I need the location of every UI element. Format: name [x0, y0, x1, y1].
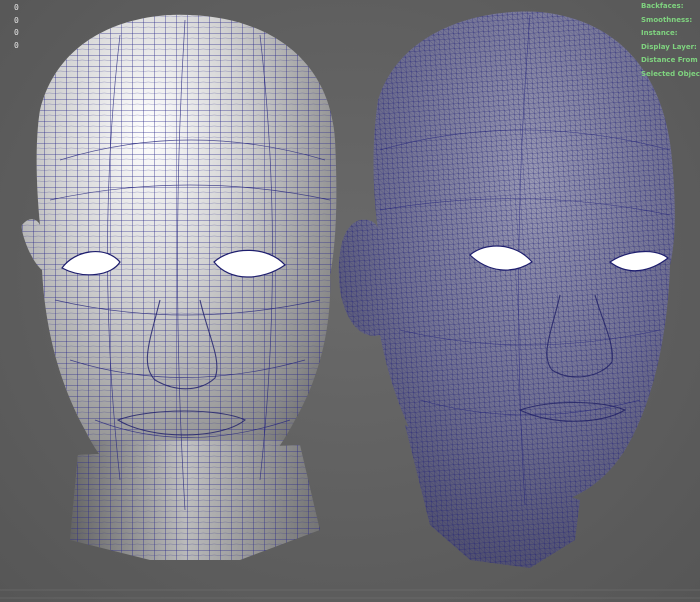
- high-detail-head-mesh[interactable]: [330, 0, 700, 602]
- hud-info-labels: Backfaces: Smoothness: Instance: Display…: [641, 0, 700, 82]
- hud-label-distance: Distance From C: [641, 56, 700, 65]
- hud-left-value: 0: [14, 28, 19, 37]
- hud-left-readout: 0 0 0 0: [14, 2, 19, 52]
- hud-label-smoothness: Smoothness:: [641, 15, 693, 24]
- 3d-viewport[interactable]: 0 0 0 0 Backfaces: Smoothness: Instance:…: [0, 0, 700, 602]
- hud-label-instance: Instance:: [641, 29, 678, 38]
- ground-grid: [0, 589, 700, 599]
- hud-label-selected-objects: Selected Objects: [641, 69, 700, 78]
- hud-label-backfaces: Backfaces:: [641, 2, 684, 10]
- hud-left-value: 0: [14, 15, 19, 25]
- hud-label-display-layer: Display Layer:: [641, 42, 697, 51]
- scene-canvas[interactable]: [0, 0, 700, 602]
- hud-left-value: 0: [14, 3, 19, 12]
- low-detail-head-mesh[interactable]: [0, 0, 350, 602]
- hud-left-value: 0: [14, 40, 19, 50]
